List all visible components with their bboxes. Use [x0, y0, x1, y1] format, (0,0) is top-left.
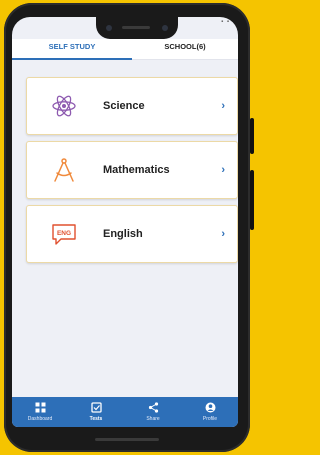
front-camera-left: [106, 25, 112, 31]
tab-school[interactable]: SCHOOL(6): [132, 39, 238, 59]
subject-card-english[interactable]: ENG English ›: [26, 205, 238, 263]
chevron-right-icon: ›: [221, 100, 225, 112]
share-icon: [148, 402, 159, 413]
nav-label: Dashboard: [27, 416, 53, 422]
phone-speaker-grille: [95, 438, 159, 441]
power-button: [250, 118, 254, 154]
tests-icon: [91, 402, 102, 413]
subject-label: Science: [103, 100, 145, 112]
nav-label: Tests: [89, 416, 103, 422]
app-screen: ▪ ▪ SELF STUDY SCHOOL(6) Science › Mathe…: [12, 17, 238, 427]
nav-tests[interactable]: Tests: [68, 397, 124, 427]
status-icons: ▪ ▪: [221, 19, 230, 25]
eng-icon-text: ENG: [57, 230, 71, 237]
nav-share[interactable]: Share: [125, 397, 181, 427]
bottom-nav: Dashboard Tests Share Profile: [12, 397, 238, 427]
subject-label: English: [103, 228, 143, 240]
earpiece: [122, 26, 150, 29]
nav-dashboard[interactable]: Dashboard: [12, 397, 68, 427]
nav-label: Profile: [202, 416, 218, 422]
subject-card-mathematics[interactable]: Mathematics ›: [26, 141, 238, 199]
tab-self-study[interactable]: SELF STUDY: [12, 39, 132, 59]
dashboard-icon: [35, 402, 46, 413]
profile-icon: [205, 402, 216, 413]
chevron-right-icon: ›: [221, 164, 225, 176]
subject-label: Mathematics: [103, 164, 170, 176]
atom-icon: [52, 95, 76, 117]
chevron-right-icon: ›: [221, 228, 225, 240]
compass-icon: [54, 158, 74, 182]
front-camera-right: [162, 25, 168, 31]
volume-button: [250, 170, 254, 230]
nav-profile[interactable]: Profile: [182, 397, 238, 427]
subject-card-science[interactable]: Science ›: [26, 77, 238, 135]
active-tab-indicator: [12, 58, 132, 60]
nav-label: Share: [146, 416, 160, 422]
camera-notch: [96, 17, 178, 39]
eng-speech-icon: ENG: [52, 224, 76, 245]
tab-bar: SELF STUDY SCHOOL(6): [12, 39, 238, 60]
